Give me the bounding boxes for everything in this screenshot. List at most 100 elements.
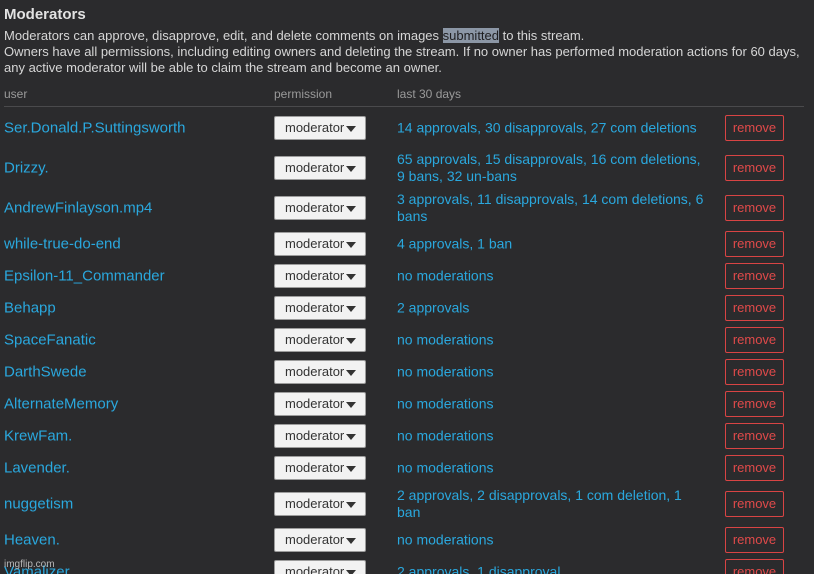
- table-row: SpaceFanatic moderator no moderations remov…: [0, 324, 814, 356]
- activity-summary[interactable]: no moderations: [397, 428, 707, 445]
- user-link[interactable]: nuggetism: [4, 496, 73, 513]
- permission-value: moderator: [285, 364, 345, 379]
- permission-value: moderator: [285, 396, 345, 411]
- user-link[interactable]: DarthSwede: [4, 364, 87, 381]
- permission-value: moderator: [285, 160, 345, 175]
- activity-summary[interactable]: no moderations: [397, 364, 707, 381]
- permission-select[interactable]: moderator: [274, 528, 366, 552]
- permission-value: moderator: [285, 496, 345, 511]
- user-link[interactable]: Ser.Donald.P.Suttingsworth: [4, 120, 186, 137]
- caret-down-icon: [346, 370, 356, 376]
- column-header-permission: permission: [274, 87, 333, 101]
- permission-select[interactable]: moderator: [274, 392, 366, 416]
- permission-select[interactable]: moderator: [274, 196, 366, 220]
- permission-value: moderator: [285, 300, 345, 315]
- remove-button[interactable]: remove: [725, 423, 784, 449]
- caret-down-icon: [346, 166, 356, 172]
- remove-button[interactable]: remove: [725, 327, 784, 353]
- remove-button[interactable]: remove: [725, 263, 784, 289]
- activity-summary[interactable]: 2 approvals, 2 disapprovals, 1 com delet…: [397, 487, 707, 521]
- caret-down-icon: [346, 538, 356, 544]
- user-link[interactable]: AndrewFinlayson.mp4: [4, 200, 152, 217]
- permission-select[interactable]: moderator: [274, 360, 366, 384]
- activity-summary[interactable]: no moderations: [397, 532, 707, 549]
- remove-button[interactable]: remove: [725, 115, 784, 141]
- activity-summary[interactable]: 2 approvals, 1 disapproval: [397, 564, 707, 574]
- moderators-table: Ser.Donald.P.Suttingsworth moderator 14 ap…: [0, 108, 814, 574]
- table-row: Ser.Donald.P.Suttingsworth moderator 14 ap…: [0, 108, 814, 148]
- user-link[interactable]: Behapp: [4, 300, 56, 317]
- permission-select[interactable]: moderator: [274, 264, 366, 288]
- table-row: AndrewFinlayson.mp4 moderator 3 approvals,…: [0, 188, 814, 228]
- permission-select[interactable]: moderator: [274, 328, 366, 352]
- user-link[interactable]: Drizzy.: [4, 160, 49, 177]
- activity-summary[interactable]: no moderations: [397, 460, 707, 477]
- permission-value: moderator: [285, 428, 345, 443]
- table-row: DarthSwede moderator no moderations remove: [0, 356, 814, 388]
- remove-button[interactable]: remove: [725, 195, 784, 221]
- permission-value: moderator: [285, 332, 345, 347]
- activity-summary[interactable]: no moderations: [397, 332, 707, 349]
- table-row: AlternateMemory moderator no moderations re…: [0, 388, 814, 420]
- caret-down-icon: [346, 306, 356, 312]
- user-link[interactable]: SpaceFanatic: [4, 332, 96, 349]
- caret-down-icon: [346, 206, 356, 212]
- caret-down-icon: [346, 434, 356, 440]
- caret-down-icon: [346, 502, 356, 508]
- caret-down-icon: [346, 242, 356, 248]
- activity-summary[interactable]: 2 approvals: [397, 300, 707, 317]
- remove-button[interactable]: remove: [725, 295, 784, 321]
- caret-down-icon: [346, 126, 356, 132]
- table-row: Lavender. moderator no moderations remove: [0, 452, 814, 484]
- remove-button[interactable]: remove: [725, 359, 784, 385]
- table-row: while-true-do-end moderator 4 approvals, 1…: [0, 228, 814, 260]
- permission-value: moderator: [285, 564, 345, 574]
- remove-button[interactable]: remove: [725, 559, 784, 574]
- activity-summary[interactable]: no moderations: [397, 396, 707, 413]
- caret-down-icon: [346, 570, 356, 574]
- caret-down-icon: [346, 466, 356, 472]
- user-link[interactable]: Heaven.: [4, 532, 60, 549]
- section-description: Moderators can approve, disapprove, edit…: [4, 28, 810, 76]
- table-row: Behapp moderator 2 approvals remove: [0, 292, 814, 324]
- remove-button[interactable]: remove: [725, 491, 784, 517]
- activity-summary[interactable]: no moderations: [397, 268, 707, 285]
- remove-button[interactable]: remove: [725, 391, 784, 417]
- remove-button[interactable]: remove: [725, 455, 784, 481]
- user-link[interactable]: AlternateMemory: [4, 396, 118, 413]
- permission-value: moderator: [285, 532, 345, 547]
- remove-button[interactable]: remove: [725, 155, 784, 181]
- permission-select[interactable]: moderator: [274, 232, 366, 256]
- user-link[interactable]: Epsilon-11_Commander: [4, 268, 165, 285]
- remove-button[interactable]: remove: [725, 231, 784, 257]
- permission-value: moderator: [285, 460, 345, 475]
- activity-summary[interactable]: 65 approvals, 15 disapprovals, 16 com de…: [397, 151, 707, 185]
- activity-summary[interactable]: 14 approvals, 30 disapprovals, 27 com de…: [397, 120, 707, 137]
- table-row: Drizzy. moderator 65 approvals, 15 disappr…: [0, 148, 814, 188]
- permission-select[interactable]: moderator: [274, 456, 366, 480]
- caret-down-icon: [346, 402, 356, 408]
- permission-select[interactable]: moderator: [274, 156, 366, 180]
- permission-select[interactable]: moderator: [274, 296, 366, 320]
- remove-button[interactable]: remove: [725, 527, 784, 553]
- table-row: KrewFam. moderator no moderations remove: [0, 420, 814, 452]
- permission-select[interactable]: moderator: [274, 116, 366, 140]
- activity-summary[interactable]: 4 approvals, 1 ban: [397, 236, 707, 253]
- user-link[interactable]: Lavender.: [4, 460, 70, 477]
- user-link[interactable]: KrewFam.: [4, 428, 72, 445]
- permission-select[interactable]: moderator: [274, 560, 366, 574]
- watermark: imgflip.com: [4, 559, 55, 570]
- table-row: Vamalizer moderator 2 approvals, 1 disappr…: [0, 556, 814, 574]
- description-line-2: Owners have all permissions, including e…: [4, 44, 800, 75]
- description-text: Moderators can approve, disapprove, edit…: [4, 28, 443, 43]
- permission-value: moderator: [285, 200, 345, 215]
- caret-down-icon: [346, 274, 356, 280]
- permission-select[interactable]: moderator: [274, 492, 366, 516]
- activity-summary[interactable]: 3 approvals, 11 disapprovals, 14 com del…: [397, 191, 707, 225]
- description-text: to this stream.: [499, 28, 585, 43]
- table-row: Heaven. moderator no moderations remove: [0, 524, 814, 556]
- permission-select[interactable]: moderator: [274, 424, 366, 448]
- user-link[interactable]: while-true-do-end: [4, 236, 121, 253]
- description-line-1: Moderators can approve, disapprove, edit…: [4, 28, 810, 44]
- header-divider: [4, 106, 804, 107]
